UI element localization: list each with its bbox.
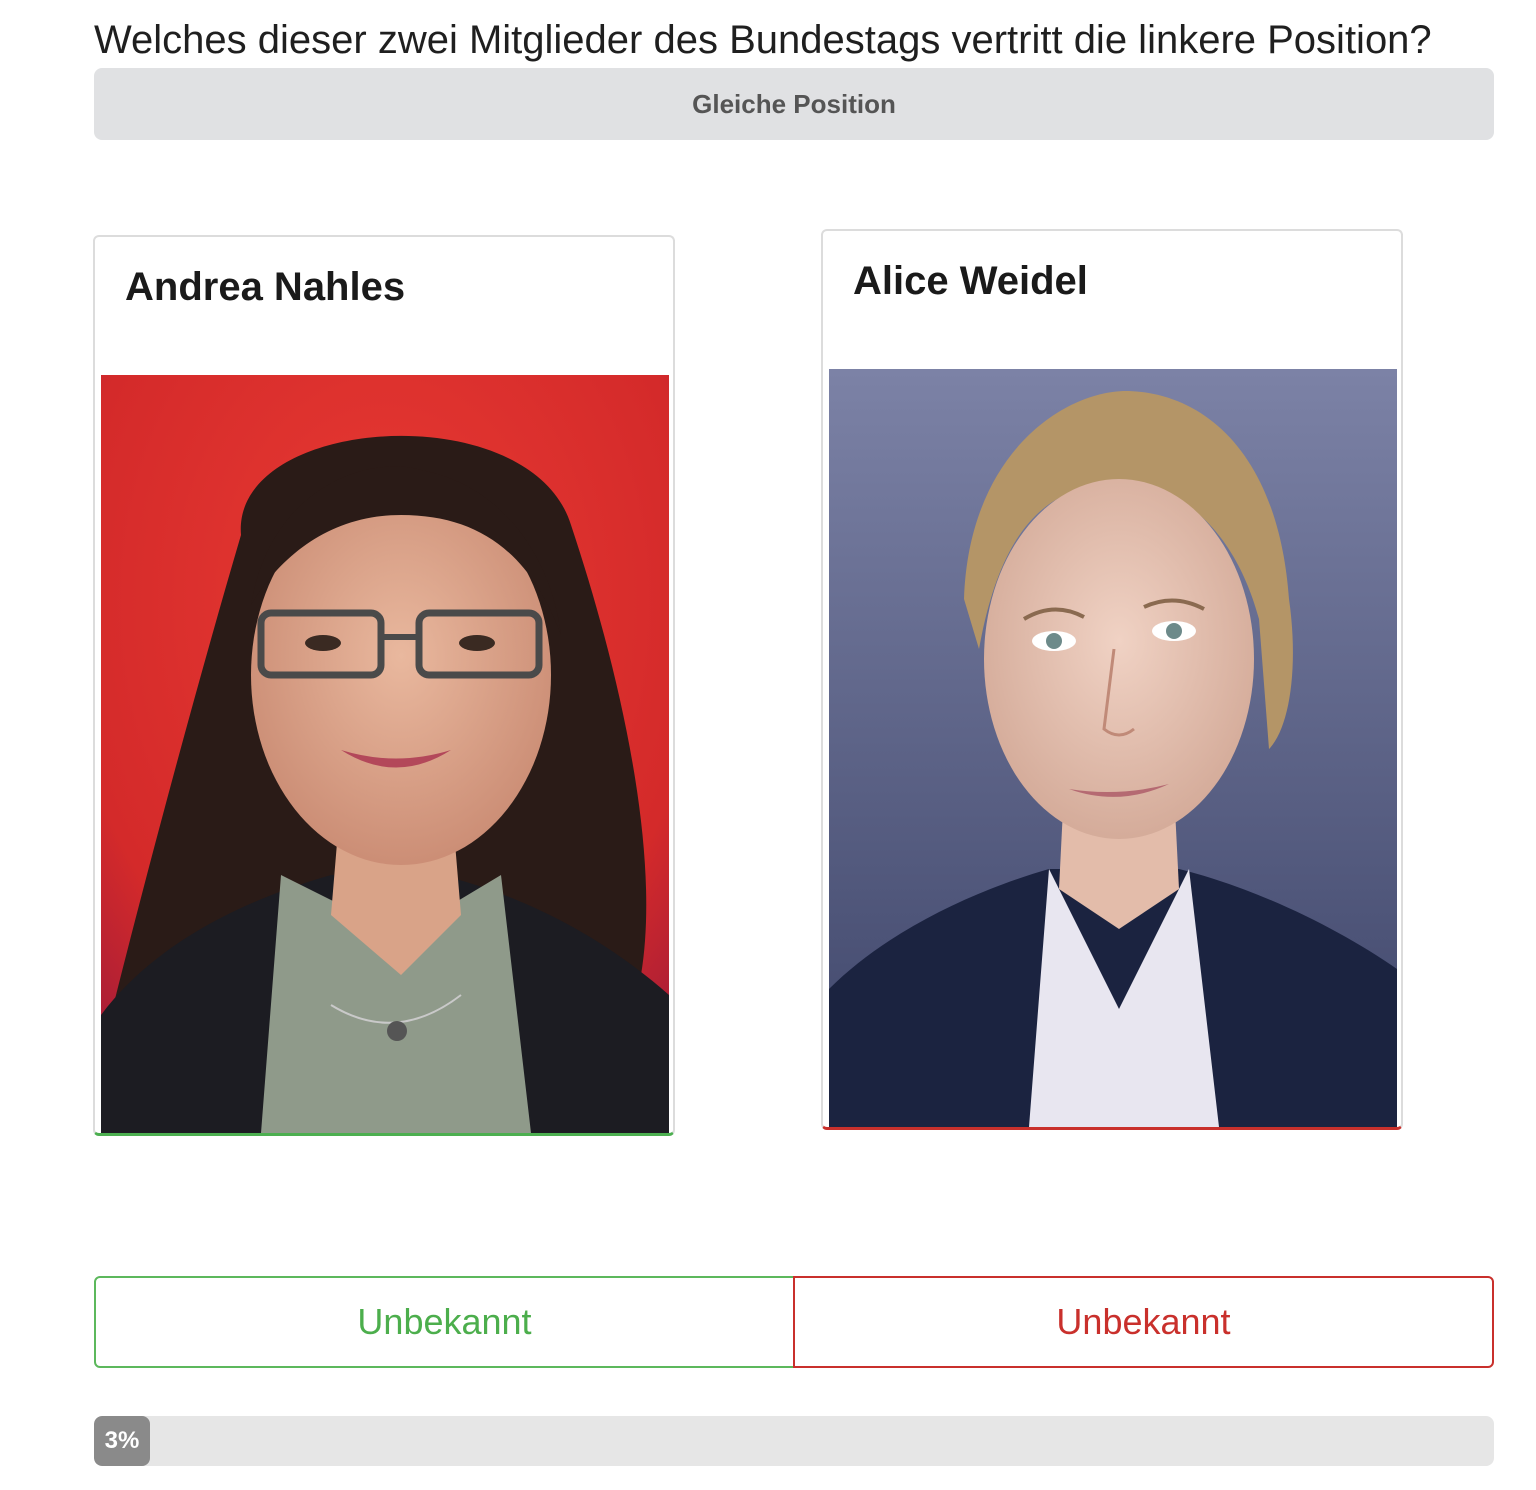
answer-right-button[interactable]: Unbekannt xyxy=(793,1276,1494,1368)
candidate-name-left: Andrea Nahles xyxy=(125,265,406,309)
candidate-card-left[interactable]: Andrea Nahles xyxy=(93,235,675,1136)
candidate-card-right[interactable]: Alice Weidel xyxy=(821,229,1403,1130)
progress-fill: 3% xyxy=(94,1416,150,1466)
answer-left-button[interactable]: Unbekannt xyxy=(94,1276,795,1368)
same-position-button[interactable]: Gleiche Position xyxy=(94,68,1494,140)
progress-bar: 3% xyxy=(94,1416,1494,1466)
candidate-name-right: Alice Weidel xyxy=(853,259,1088,303)
question-heading: Welches dieser zwei Mitglieder des Bunde… xyxy=(94,18,1432,62)
candidate-photo-right xyxy=(829,369,1397,1127)
candidate-photo-left xyxy=(101,375,669,1133)
answer-group: Unbekannt Unbekannt xyxy=(94,1276,1494,1368)
